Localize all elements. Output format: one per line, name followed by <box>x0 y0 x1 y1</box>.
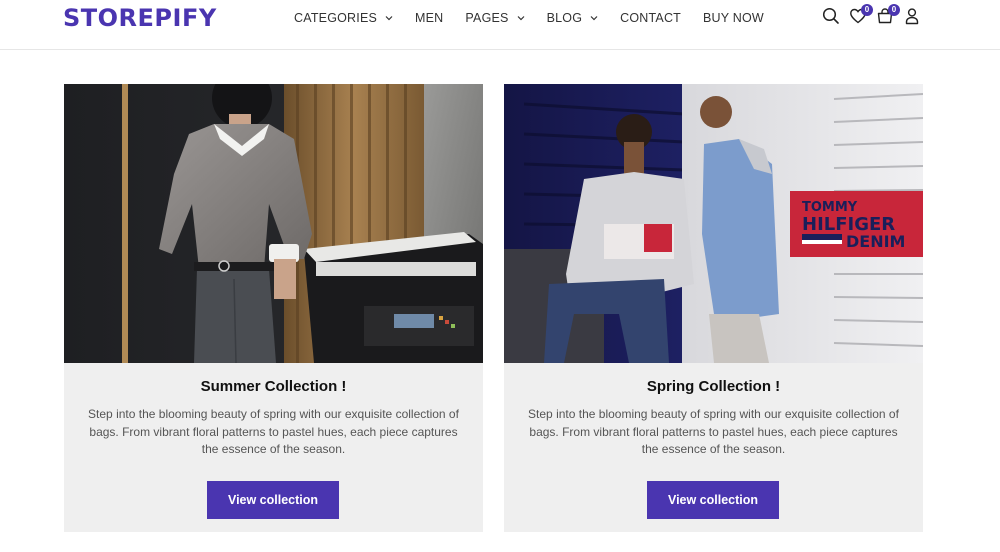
nav-item-men[interactable]: MEN <box>415 11 443 25</box>
cart-button[interactable]: 0 <box>875 4 900 26</box>
nav-item-label: CATEGORIES <box>294 11 378 25</box>
wishlist-count-badge: 0 <box>861 4 873 16</box>
chevron-down-icon <box>590 16 598 21</box>
nav-item-blog[interactable]: BLOG <box>547 11 599 25</box>
collection-card-spring: TOMMY HILFIGER DENIM Spring Collection !… <box>504 84 923 532</box>
nav-item-label: MEN <box>415 11 444 25</box>
collection-card-summer: Summer Collection ! Step into the bloomi… <box>64 84 483 532</box>
spring-collection-image[interactable]: TOMMY HILFIGER DENIM <box>504 84 923 363</box>
sign-text-denim: DENIM <box>846 232 905 251</box>
view-collection-button[interactable]: View collection <box>647 481 779 519</box>
nav-item-label: CONTACT <box>620 11 682 25</box>
collection-title: Spring Collection ! <box>646 378 781 395</box>
search-button[interactable] <box>821 6 841 26</box>
chevron-down-icon <box>517 16 525 21</box>
logo[interactable]: STOREPIFY <box>63 4 217 32</box>
site-header: STOREPIFY CATEGORIES MEN PAGES BLOG CONT… <box>0 0 1000 50</box>
collection-description: Step into the blooming beauty of spring … <box>528 407 899 456</box>
user-icon <box>905 8 919 25</box>
nav-item-label: PAGES <box>465 11 509 25</box>
header-icons: 0 0 <box>814 4 922 26</box>
summer-photo <box>64 84 483 363</box>
nav-item-contact[interactable]: CONTACT <box>620 11 681 25</box>
collection-title: Summer Collection ! <box>200 378 347 395</box>
main-nav: CATEGORIES MEN PAGES BLOG CONTACT BUY NO… <box>294 10 786 26</box>
view-collection-button[interactable]: View collection <box>207 481 339 519</box>
sign-text-tommy: TOMMY <box>802 200 858 215</box>
wishlist-button[interactable]: 0 <box>848 4 873 26</box>
nav-item-categories[interactable]: CATEGORIES <box>294 11 393 25</box>
nav-item-buy-now[interactable]: BUY NOW <box>703 11 764 25</box>
summer-collection-image[interactable] <box>64 84 483 363</box>
nav-item-pages[interactable]: PAGES <box>465 11 525 25</box>
spring-photo: TOMMY HILFIGER DENIM <box>504 84 923 363</box>
account-button[interactable] <box>902 6 922 26</box>
cart-count-badge: 0 <box>888 4 900 16</box>
nav-item-label: BLOG <box>546 11 583 25</box>
search-icon <box>822 7 839 24</box>
nav-item-label: BUY NOW <box>703 11 764 25</box>
collection-description: Step into the blooming beauty of spring … <box>88 407 459 456</box>
chevron-down-icon <box>385 16 393 21</box>
